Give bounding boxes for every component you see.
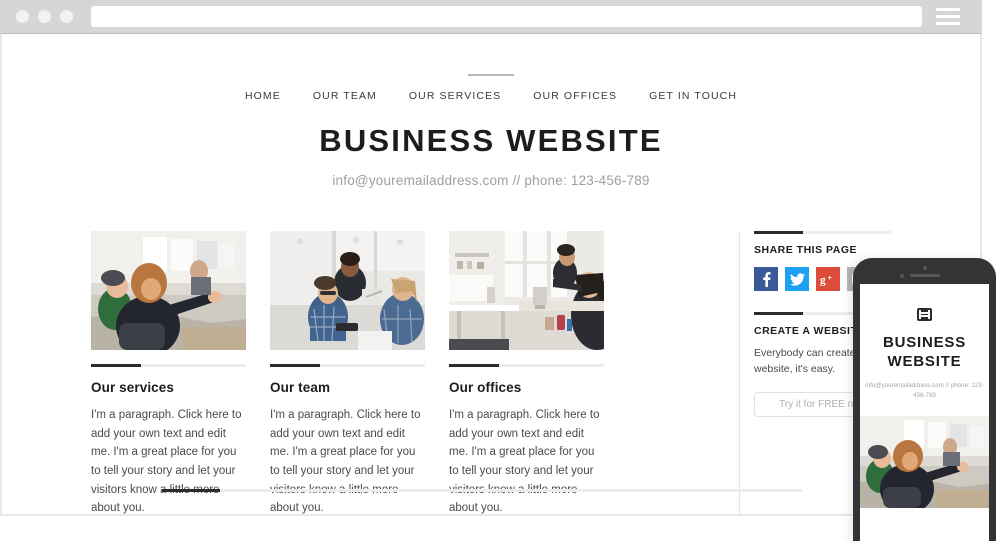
column-title-our-team: Our team [270, 380, 331, 395]
browser-chrome [0, 0, 982, 33]
page-title: BUSINESS WEBSITE [319, 123, 663, 158]
open-office-desks-photo [449, 231, 604, 350]
column-our-offices: Our offices I'm a paragraph. Click here … [449, 231, 604, 515]
nav-accent-rule [468, 74, 514, 76]
website-content: HOME OUR TEAM OUR SERVICES OUR OFFICES G… [2, 74, 980, 515]
nav-item-our-offices[interactable]: OUR OFFICES [533, 90, 617, 102]
svg-text:+: + [827, 273, 832, 282]
menu-bar [921, 310, 928, 312]
nav-item-get-in-touch[interactable]: GET IN TOUCH [649, 90, 737, 102]
hamburger-bar [936, 15, 960, 18]
browser-window: HOME OUR TEAM OUR SERVICES OUR OFFICES G… [0, 0, 982, 516]
team-discussion-photo [270, 231, 425, 350]
phone-mockup: BUSINESS WEBSITE info@youremailaddress.c… [853, 258, 996, 541]
mobile-menu-icon[interactable] [917, 308, 932, 321]
share-heading: SHARE THIS PAGE [754, 244, 857, 256]
column-image-our-team [270, 231, 425, 350]
column-image-our-services [91, 231, 246, 350]
google-plus-icon[interactable]: g + [816, 267, 840, 291]
facebook-glyph [762, 272, 771, 287]
browser-menu-icon[interactable] [936, 8, 960, 25]
main-navigation: HOME OUR TEAM OUR SERVICES OUR OFFICES G… [2, 90, 980, 102]
column-rule [270, 364, 425, 367]
nav-item-our-team[interactable]: OUR TEAM [313, 90, 377, 102]
address-bar[interactable] [91, 6, 922, 27]
nav-item-our-services[interactable]: OUR SERVICES [409, 90, 501, 102]
column-rule [91, 364, 246, 367]
phone-camera-icon [922, 266, 927, 270]
google-plus-glyph: g + [820, 273, 833, 286]
svg-text:g: g [820, 274, 826, 285]
phone-contact-line: info@youremailaddress.com // phone: 123-… [865, 381, 984, 400]
hamburger-bar [936, 8, 960, 11]
menu-bar [921, 313, 928, 316]
column-image-our-offices [449, 231, 604, 350]
column-body-our-offices: I'm a paragraph. Click here to add your … [449, 409, 600, 515]
phone-bezel-top [853, 258, 996, 284]
column-body-our-services: I'm a paragraph. Click here to add your … [91, 409, 242, 515]
minimize-dot-icon[interactable] [38, 10, 51, 23]
footer-rule [162, 488, 802, 492]
feature-columns: Our services I'm a paragraph. Click here… [91, 231, 715, 515]
nav-item-home[interactable]: HOME [245, 90, 281, 102]
phone-hero-image [860, 416, 989, 509]
column-rule [449, 364, 604, 367]
phone-speaker-icon [909, 274, 940, 277]
maximize-dot-icon[interactable] [60, 10, 73, 23]
phone-page-title: BUSINESS WEBSITE [882, 334, 967, 370]
window-controls [16, 10, 73, 23]
phone-screen: BUSINESS WEBSITE info@youremailaddress.c… [860, 284, 989, 541]
content-area: Our services I'm a paragraph. Click here… [91, 231, 906, 515]
office-meeting-photo [91, 231, 246, 350]
column-body-our-team: I'm a paragraph. Click here to add your … [270, 409, 421, 515]
column-our-team: Our team I'm a paragraph. Click here to … [270, 231, 425, 515]
close-dot-icon[interactable] [16, 10, 29, 23]
phone-sensor-icon [899, 274, 904, 278]
screenshot-root: HOME OUR TEAM OUR SERVICES OUR OFFICES G… [0, 0, 996, 541]
office-meeting-photo [860, 416, 989, 509]
facebook-icon[interactable] [754, 267, 778, 291]
menu-bar [921, 317, 928, 319]
twitter-glyph [789, 272, 805, 286]
contact-line: info@youremailaddress.com // phone: 123-… [332, 173, 650, 188]
page-viewport: HOME OUR TEAM OUR SERVICES OUR OFFICES G… [0, 33, 982, 516]
column-title-our-offices: Our offices [449, 380, 522, 395]
share-rule [754, 231, 891, 234]
column-our-services: Our services I'm a paragraph. Click here… [91, 231, 246, 515]
twitter-icon[interactable] [785, 267, 809, 291]
column-title-our-services: Our services [91, 380, 175, 395]
hamburger-bar [936, 22, 960, 25]
